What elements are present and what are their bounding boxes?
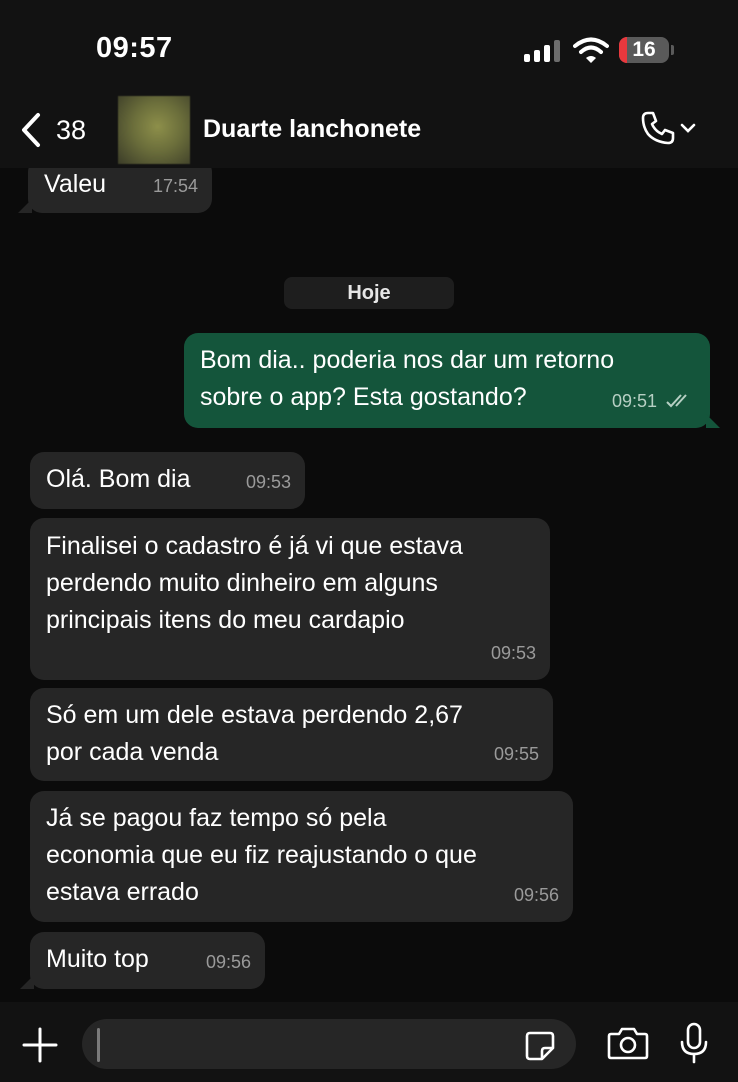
unread-count: 38: [56, 114, 87, 145]
message-text: Só em um dele estava perdendo 2,67 por c…: [46, 701, 463, 766]
message-time: 09:53: [490, 643, 536, 663]
battery-icon: 16: [619, 37, 669, 63]
camera-icon[interactable]: [607, 1026, 649, 1060]
message-incoming[interactable]: Olá. Bom dia 09:53: [30, 452, 305, 509]
plus-icon[interactable]: [22, 1027, 58, 1063]
chat-header: 38 Duarte lanchonete: [0, 96, 738, 168]
battery-cap: [671, 45, 674, 55]
text-cursor: [97, 1028, 100, 1062]
message-time: 17:54: [152, 176, 198, 196]
message-time-text: 09:51: [611, 391, 657, 411]
contact-name[interactable]: Duarte lanchonete: [203, 115, 421, 144]
message-incoming[interactable]: Valeu 17:54: [18, 168, 212, 213]
avatar[interactable]: [118, 96, 190, 164]
message-time: 09:56: [205, 952, 251, 972]
message-incoming[interactable]: Muito top 09:56: [20, 932, 265, 989]
status-bar: 09:57 16: [0, 0, 738, 96]
chevron-left-icon: [22, 113, 40, 147]
message-input[interactable]: [82, 1019, 576, 1069]
wifi-icon: [573, 37, 609, 63]
signal-icon: [524, 40, 562, 62]
message-time: 09:53: [245, 472, 291, 492]
call-button[interactable]: [640, 110, 696, 146]
chevron-down-icon: [680, 123, 696, 133]
message-incoming[interactable]: Já se pagou faz tempo só pela economia q…: [30, 791, 573, 922]
message-incoming[interactable]: Só em um dele estava perdendo 2,67 por c…: [30, 688, 553, 781]
message-outgoing[interactable]: Bom dia.. poderia nos dar um retorno sob…: [184, 333, 720, 428]
battery-percent: 16: [632, 38, 656, 61]
microphone-icon[interactable]: [679, 1022, 709, 1064]
message-text: Já se pagou faz tempo só pela economia q…: [46, 804, 477, 906]
status-time: 09:57: [96, 32, 173, 64]
date-divider: Hoje: [284, 277, 454, 309]
message-time: 09:51: [612, 383, 694, 420]
back-button[interactable]: 38: [18, 112, 86, 148]
message-text: Finalisei o cadastro é já vi que estava …: [46, 532, 463, 634]
message-time: 09:55: [493, 744, 539, 764]
double-check-icon: [666, 394, 687, 408]
message-time: 09:56: [513, 885, 559, 905]
sticker-icon[interactable]: [524, 1030, 556, 1062]
composer-bar: [0, 1002, 738, 1082]
message-incoming[interactable]: Finalisei o cadastro é já vi que estava …: [30, 518, 550, 680]
message-list[interactable]: Valeu 17:54 Hoje Bom dia.. poderia nos d…: [0, 168, 738, 1002]
phone-icon: [641, 111, 675, 145]
